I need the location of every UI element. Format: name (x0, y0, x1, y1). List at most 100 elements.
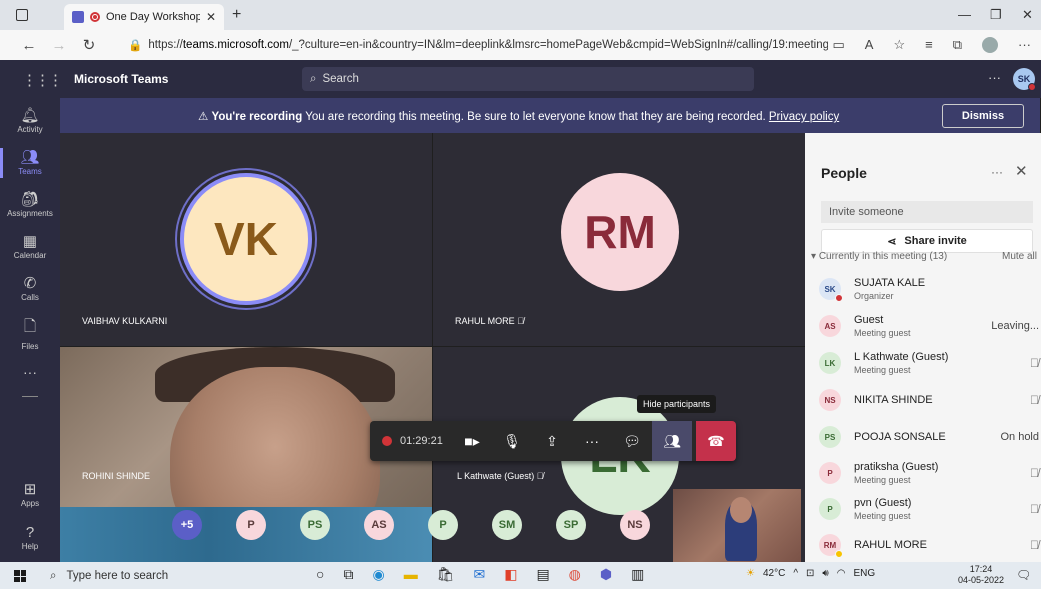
privacy-policy-link[interactable]: Privacy policy (769, 111, 839, 123)
hang-up-button[interactable]: ☎ (696, 421, 736, 461)
teams-icon: 👥︎ (20, 149, 40, 166)
more-options-icon[interactable]: ··· (988, 70, 1001, 85)
avatar: AS (819, 315, 841, 337)
avatar: VK (180, 173, 312, 305)
weather-icon[interactable]: ☀ (746, 568, 755, 579)
minimize-icon[interactable]: — (958, 7, 971, 22)
participants-button[interactable]: 👥︎ (652, 421, 692, 461)
overflow-avatar[interactable]: NS (620, 510, 650, 540)
photos-icon[interactable]: ▤ (536, 566, 549, 583)
rail-calendar[interactable]: ▦ Calendar (0, 232, 60, 260)
file-explorer-icon[interactable]: ▬ (404, 566, 418, 583)
list-item[interactable]: PS POOJA SONSALE On hold (819, 419, 1039, 455)
overflow-avatar[interactable]: AS (364, 510, 394, 540)
forward-icon[interactable]: → (44, 37, 74, 54)
back-icon[interactable]: ← (14, 37, 44, 54)
list-item[interactable]: LK L Kathwate (Guest) Meeting guest 🎙̸ (819, 345, 1039, 381)
participant-name: ROHINI SHINDE (82, 471, 151, 481)
search-icon: ⌕ (310, 72, 317, 85)
mute-all-button[interactable]: Mute all (1002, 251, 1037, 262)
list-item[interactable]: RM RAHUL MORE 🎙̸ (819, 527, 1039, 563)
close-window-icon[interactable]: ✕ (1022, 7, 1033, 23)
more-options-icon[interactable]: ··· (991, 165, 1003, 179)
more-actions-button[interactable]: ··· (572, 421, 612, 461)
reader-view-icon[interactable]: ▭ (832, 37, 844, 53)
read-aloud-icon[interactable]: A (865, 37, 874, 53)
app-launcher-icon[interactable]: ⋮⋮⋮ (22, 71, 63, 89)
left-rail: 🔔︎ Activity 👥︎ Teams 🎒︎ Assignments ▦ Calend… (0, 98, 60, 562)
file-icon: 🗋 (23, 318, 37, 335)
overflow-avatar[interactable]: SP (556, 510, 586, 540)
clock[interactable]: 17:24 04-05-2022 (958, 564, 1004, 586)
mail-icon[interactable]: ✉ (473, 566, 485, 583)
overflow-avatar[interactable]: PS (300, 510, 330, 540)
rail-files[interactable]: 🗋 Files (0, 316, 60, 351)
browser-tab-strip: One Day Workshop On ICT ✕ + — ❐ ✕ (0, 0, 1041, 30)
task-view-icon[interactable]: ⧉ (343, 566, 353, 583)
search-input[interactable]: ⌕ Search (302, 67, 754, 91)
chevron-up-icon[interactable]: ^ (793, 568, 798, 579)
rail-assignments[interactable]: 🎒︎ Assignments (0, 190, 60, 218)
notepad-icon[interactable]: ▥ (631, 566, 644, 583)
dismiss-button[interactable]: Dismiss (942, 104, 1024, 128)
network-icon[interactable]: ⊡ (806, 568, 814, 579)
rail-teams[interactable]: 👥︎ Teams (0, 148, 60, 178)
close-icon[interactable]: ✕ (1015, 162, 1028, 180)
invite-input[interactable]: Invite someone (821, 201, 1033, 223)
mic-button[interactable]: 🎙︎ (492, 421, 532, 461)
camera-button[interactable]: ■▸ (452, 421, 492, 461)
profile-icon[interactable] (982, 37, 998, 53)
refresh-icon[interactable]: ↻ (74, 36, 104, 54)
wifi-icon[interactable]: ◠ (837, 568, 846, 579)
url-field[interactable]: 🔒 https://teams.microsoft.com/_?culture=… (128, 34, 828, 56)
tab-actions-icon[interactable] (16, 9, 28, 21)
more-icon[interactable]: ··· (1018, 37, 1031, 53)
participant-tile-rm[interactable]: RM RAHUL MORE 🎙̸ (433, 133, 805, 346)
restore-icon[interactable]: ❐ (990, 7, 1002, 23)
new-tab-icon[interactable]: + (232, 6, 241, 24)
overflow-count[interactable]: +5 (172, 510, 202, 540)
close-tab-icon[interactable]: ✕ (206, 10, 216, 24)
volume-icon[interactable]: 🔊︎ (822, 568, 828, 579)
self-video-preview[interactable] (673, 489, 801, 562)
bell-icon: 🔔︎ (20, 107, 40, 124)
collections-icon[interactable]: ⧉ (953, 37, 962, 53)
help-icon: ? (25, 524, 35, 541)
rail-apps[interactable]: ⊞ Apps (0, 480, 60, 508)
list-item[interactable]: NS NIKITA SHINDE 🎙̸ (819, 382, 1039, 418)
section-header[interactable]: ▾ Currently in this meeting (13) (811, 251, 947, 262)
chat-button[interactable]: 💬︎ (612, 421, 652, 461)
rail-calls[interactable]: ✆ Calls (0, 274, 60, 302)
rail-activity[interactable]: 🔔︎ Activity (0, 106, 60, 134)
call-timer: 01:29:21 (400, 435, 443, 447)
avatar[interactable]: SK (1013, 68, 1036, 91)
list-item[interactable]: AS Guest Meeting guest Leaving... (819, 308, 1039, 344)
rail-more-icon[interactable]: ··· (0, 364, 60, 380)
avatar: RM (819, 534, 843, 558)
rail-help[interactable]: ? Help (0, 524, 60, 551)
taskbar-search-input[interactable]: ⌕ Type here to search (50, 567, 300, 585)
favorite-icon[interactable]: ☆ (893, 37, 905, 53)
windows-start-icon[interactable] (14, 570, 26, 582)
browser-tab[interactable]: One Day Workshop On ICT ✕ (64, 4, 224, 30)
share-screen-button[interactable]: ⇪ (532, 421, 572, 461)
cortana-icon[interactable]: ○ (316, 566, 324, 583)
assignments-icon: 🎒︎ (20, 191, 40, 208)
overflow-avatar[interactable]: P (428, 510, 458, 540)
office-icon[interactable]: ◧ (504, 566, 517, 583)
overflow-avatar[interactable]: SM (492, 510, 522, 540)
participant-tile-vk[interactable]: VK VAIBHAV KULKARNI (60, 133, 432, 346)
avatar: NS (819, 389, 841, 411)
list-item[interactable]: SK SUJATA KALE Organizer (819, 271, 1039, 307)
language[interactable]: ENG (853, 568, 875, 579)
favorites-list-icon[interactable]: ≡ (925, 37, 933, 53)
list-item[interactable]: P pratiksha (Guest) Meeting guest 🎙̸ (819, 455, 1039, 491)
edge-icon[interactable]: ◉ (372, 566, 384, 583)
share-invite-button[interactable]: ⋖ Share invite (821, 229, 1033, 253)
list-item[interactable]: P pvn (Guest) Meeting guest 🎙̸ (819, 491, 1039, 527)
overflow-avatar[interactable]: P (236, 510, 266, 540)
chrome-icon[interactable]: ◍ (569, 566, 581, 583)
store-icon[interactable]: 🛍︎ (437, 566, 455, 583)
teams-app-icon[interactable]: ⬢ (600, 566, 612, 583)
notification-icon[interactable]: 🗨︎ (1016, 568, 1031, 582)
